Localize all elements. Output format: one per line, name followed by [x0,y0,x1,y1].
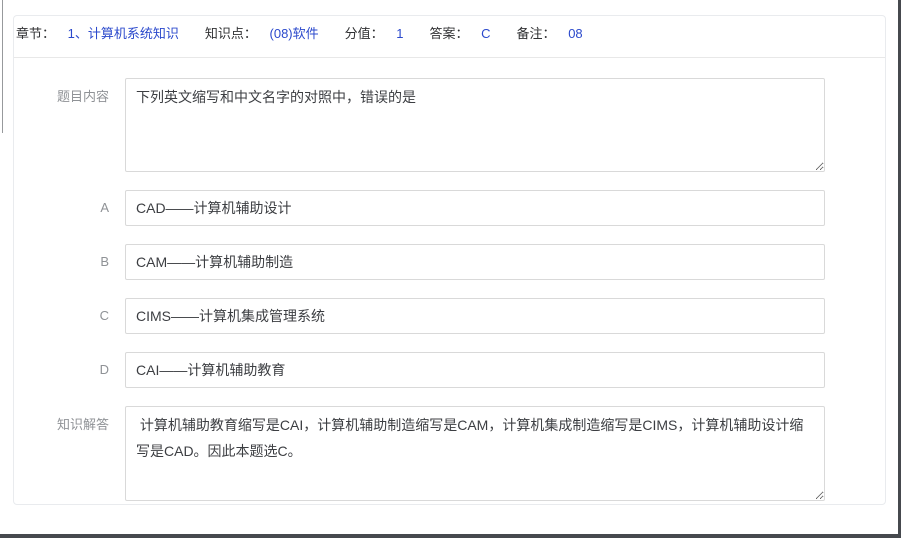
option-c-row: C [14,298,885,334]
question-meta-bar: 章节： 1、计算机系统知识 知识点： (08)软件 分值： 1 答案： C 备注… [14,16,885,58]
option-d-input[interactable] [125,352,825,388]
question-content-label: 题目内容 [14,78,125,106]
explanation-textarea[interactable]: 计算机辅助教育缩写是CAI，计算机辅助制造缩写是CAM，计算机集成制造缩写是CI… [125,406,825,501]
explanation-row: 知识解答 计算机辅助教育缩写是CAI，计算机辅助制造缩写是CAM，计算机集成制造… [14,406,885,501]
meta-answer-value[interactable]: C [481,26,490,41]
meta-answer: 答案： C [430,24,491,44]
option-c-input[interactable] [125,298,825,334]
meta-score-label: 分值： [345,26,384,41]
meta-remark-label: 备注： [517,26,556,41]
option-a-row: A [14,190,885,226]
meta-chapter-label: 章节： [16,26,55,41]
option-b-row: B [14,244,885,280]
question-content-textarea[interactable]: 下列英文缩写和中文名字的对照中，错误的是 [125,78,825,172]
option-d-label: D [14,352,125,388]
meta-answer-label: 答案： [430,26,469,41]
meta-score: 分值： 1 [345,24,404,44]
meta-score-value[interactable]: 1 [396,26,403,41]
option-a-input[interactable] [125,190,825,226]
explanation-label: 知识解答 [14,406,125,434]
option-b-input[interactable] [125,244,825,280]
meta-knowledge-point-label: 知识点： [205,26,257,41]
option-c-label: C [14,298,125,334]
meta-chapter: 章节： 1、计算机系统知识 [16,24,179,44]
question-form: 题目内容 下列英文缩写和中文名字的对照中，错误的是 A B C D 知识解答 [14,58,885,503]
window-frame-left-line [2,0,3,133]
question-content-row: 题目内容 下列英文缩写和中文名字的对照中，错误的是 [14,78,885,172]
option-b-label: B [14,244,125,280]
meta-remark-value[interactable]: 08 [568,26,582,41]
meta-knowledge-point: 知识点： (08)软件 [205,24,319,44]
question-editor-window: 章节： 1、计算机系统知识 知识点： (08)软件 分值： 1 答案： C 备注… [0,0,901,538]
option-d-row: D [14,352,885,388]
meta-chapter-value[interactable]: 1、计算机系统知识 [68,26,179,41]
option-a-label: A [14,190,125,226]
meta-remark: 备注： 08 [517,24,583,44]
meta-knowledge-point-value[interactable]: (08)软件 [270,26,319,41]
question-card: 章节： 1、计算机系统知识 知识点： (08)软件 分值： 1 答案： C 备注… [13,15,886,505]
